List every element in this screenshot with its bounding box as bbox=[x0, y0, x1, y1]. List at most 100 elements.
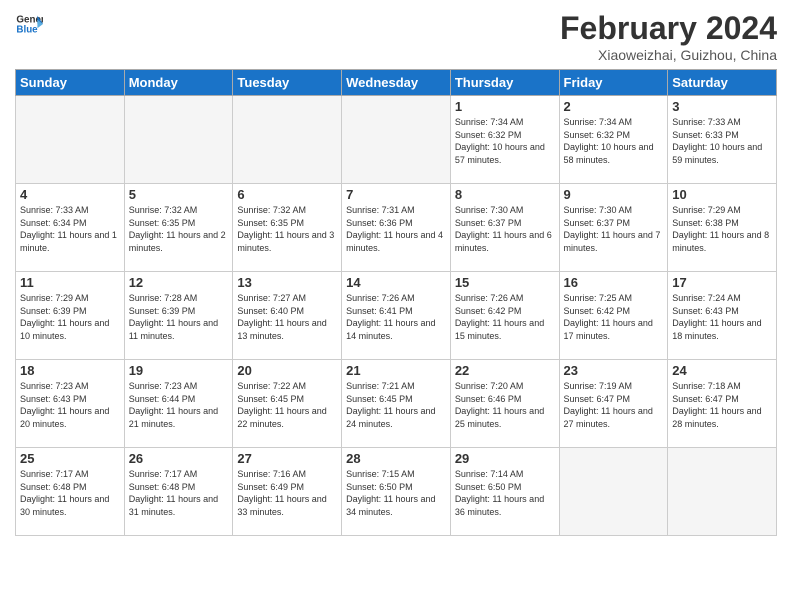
day-number: 26 bbox=[129, 451, 229, 466]
calendar-cell: 9Sunrise: 7:30 AMSunset: 6:37 PMDaylight… bbox=[559, 184, 668, 272]
calendar-subtitle: Xiaoweizhai, Guizhou, China bbox=[560, 47, 777, 63]
weekday-header-friday: Friday bbox=[559, 70, 668, 96]
calendar-cell: 18 Sunrise: 7:23 AMSunset: 6:43 PMDayligh… bbox=[16, 360, 125, 448]
day-info: Sunrise: 7:15 AMSunset: 6:50 PMDaylight:… bbox=[346, 468, 446, 518]
calendar-cell bbox=[559, 448, 668, 536]
day-number: 15 bbox=[455, 275, 555, 290]
weekday-header-row: SundayMondayTuesdayWednesdayThursdayFrid… bbox=[16, 70, 777, 96]
day-number: 7 bbox=[346, 187, 446, 202]
day-info: Sunrise: 7:29 AMSunset: 6:38 PMDaylight:… bbox=[672, 204, 772, 254]
day-number: 13 bbox=[237, 275, 337, 290]
day-info: Sunrise: 7:26 AMSunset: 6:41 PMDaylight:… bbox=[346, 292, 446, 342]
calendar-cell bbox=[668, 448, 777, 536]
calendar-cell: 29 Sunrise: 7:14 AMSunset: 6:50 PMDayligh… bbox=[450, 448, 559, 536]
logo-icon: General Blue bbox=[15, 10, 43, 38]
day-info: Sunrise: 7:34 AMSunset: 6:32 PMDaylight:… bbox=[564, 116, 664, 166]
calendar-cell: 6Sunrise: 7:32 AMSunset: 6:35 PMDaylight… bbox=[233, 184, 342, 272]
day-info: Sunrise: 7:16 AMSunset: 6:49 PMDaylight:… bbox=[237, 468, 337, 518]
day-number: 24 bbox=[672, 363, 772, 378]
week-row-3: 18 Sunrise: 7:23 AMSunset: 6:43 PMDayligh… bbox=[16, 360, 777, 448]
day-number: 18 bbox=[20, 363, 120, 378]
day-info: Sunrise: 7:33 AMSunset: 6:34 PMDaylight:… bbox=[20, 204, 120, 254]
week-row-2: 11 Sunrise: 7:29 AMSunset: 6:39 PMDayligh… bbox=[16, 272, 777, 360]
calendar-cell bbox=[16, 96, 125, 184]
calendar-title: February 2024 bbox=[560, 10, 777, 47]
day-number: 4 bbox=[20, 187, 120, 202]
day-number: 12 bbox=[129, 275, 229, 290]
calendar-cell: 3 Sunrise: 7:33 AMSunset: 6:33 PMDaylight… bbox=[668, 96, 777, 184]
day-info: Sunrise: 7:30 AMSunset: 6:37 PMDaylight:… bbox=[455, 204, 555, 254]
calendar-cell: 8 Sunrise: 7:30 AMSunset: 6:37 PMDaylight… bbox=[450, 184, 559, 272]
week-row-4: 25 Sunrise: 7:17 AMSunset: 6:48 PMDayligh… bbox=[16, 448, 777, 536]
calendar-cell: 5 Sunrise: 7:32 AMSunset: 6:35 PMDaylight… bbox=[124, 184, 233, 272]
day-number: 10 bbox=[672, 187, 772, 202]
calendar-cell: 4 Sunrise: 7:33 AMSunset: 6:34 PMDaylight… bbox=[16, 184, 125, 272]
header: General Blue February 2024 Xiaoweizhai, … bbox=[15, 10, 777, 63]
calendar-cell bbox=[233, 96, 342, 184]
logo: General Blue bbox=[15, 10, 43, 38]
day-info: Sunrise: 7:34 AMSunset: 6:32 PMDaylight:… bbox=[455, 116, 555, 166]
day-info: Sunrise: 7:28 AMSunset: 6:39 PMDaylight:… bbox=[129, 292, 229, 342]
calendar-cell: 14Sunrise: 7:26 AMSunset: 6:41 PMDayligh… bbox=[342, 272, 451, 360]
weekday-header-wednesday: Wednesday bbox=[342, 70, 451, 96]
weekday-header-tuesday: Tuesday bbox=[233, 70, 342, 96]
calendar-cell: 1 Sunrise: 7:34 AMSunset: 6:32 PMDaylight… bbox=[450, 96, 559, 184]
calendar-table: SundayMondayTuesdayWednesdayThursdayFrid… bbox=[15, 69, 777, 536]
weekday-header-monday: Monday bbox=[124, 70, 233, 96]
day-info: Sunrise: 7:19 AMSunset: 6:47 PMDaylight:… bbox=[564, 380, 664, 430]
day-number: 22 bbox=[455, 363, 555, 378]
calendar-cell: 10 Sunrise: 7:29 AMSunset: 6:38 PMDayligh… bbox=[668, 184, 777, 272]
day-number: 5 bbox=[129, 187, 229, 202]
calendar-cell: 13 Sunrise: 7:27 AMSunset: 6:40 PMDayligh… bbox=[233, 272, 342, 360]
day-info: Sunrise: 7:14 AMSunset: 6:50 PMDaylight:… bbox=[455, 468, 555, 518]
day-info: Sunrise: 7:21 AMSunset: 6:45 PMDaylight:… bbox=[346, 380, 446, 430]
day-info: Sunrise: 7:32 AMSunset: 6:35 PMDaylight:… bbox=[129, 204, 229, 254]
day-number: 25 bbox=[20, 451, 120, 466]
calendar-cell: 27Sunrise: 7:16 AMSunset: 6:49 PMDayligh… bbox=[233, 448, 342, 536]
calendar-cell: 23 Sunrise: 7:19 AMSunset: 6:47 PMDayligh… bbox=[559, 360, 668, 448]
calendar-cell: 24Sunrise: 7:18 AMSunset: 6:47 PMDayligh… bbox=[668, 360, 777, 448]
weekday-header-saturday: Saturday bbox=[668, 70, 777, 96]
day-info: Sunrise: 7:31 AMSunset: 6:36 PMDaylight:… bbox=[346, 204, 446, 254]
day-number: 3 bbox=[672, 99, 772, 114]
calendar-cell: 11 Sunrise: 7:29 AMSunset: 6:39 PMDayligh… bbox=[16, 272, 125, 360]
week-row-1: 4 Sunrise: 7:33 AMSunset: 6:34 PMDaylight… bbox=[16, 184, 777, 272]
calendar-cell: 7 Sunrise: 7:31 AMSunset: 6:36 PMDaylight… bbox=[342, 184, 451, 272]
day-info: Sunrise: 7:26 AMSunset: 6:42 PMDaylight:… bbox=[455, 292, 555, 342]
calendar-cell: 28Sunrise: 7:15 AMSunset: 6:50 PMDayligh… bbox=[342, 448, 451, 536]
day-number: 19 bbox=[129, 363, 229, 378]
calendar-cell: 20Sunrise: 7:22 AMSunset: 6:45 PMDayligh… bbox=[233, 360, 342, 448]
calendar-cell: 25 Sunrise: 7:17 AMSunset: 6:48 PMDayligh… bbox=[16, 448, 125, 536]
day-info: Sunrise: 7:27 AMSunset: 6:40 PMDaylight:… bbox=[237, 292, 337, 342]
day-number: 16 bbox=[564, 275, 664, 290]
calendar-cell: 17Sunrise: 7:24 AMSunset: 6:43 PMDayligh… bbox=[668, 272, 777, 360]
title-block: February 2024 Xiaoweizhai, Guizhou, Chin… bbox=[560, 10, 777, 63]
calendar-cell: 26Sunrise: 7:17 AMSunset: 6:48 PMDayligh… bbox=[124, 448, 233, 536]
day-info: Sunrise: 7:23 AMSunset: 6:43 PMDaylight:… bbox=[20, 380, 120, 430]
day-number: 9 bbox=[564, 187, 664, 202]
day-number: 1 bbox=[455, 99, 555, 114]
day-info: Sunrise: 7:22 AMSunset: 6:45 PMDaylight:… bbox=[237, 380, 337, 430]
day-number: 6 bbox=[237, 187, 337, 202]
day-info: Sunrise: 7:24 AMSunset: 6:43 PMDaylight:… bbox=[672, 292, 772, 342]
day-number: 29 bbox=[455, 451, 555, 466]
day-info: Sunrise: 7:25 AMSunset: 6:42 PMDaylight:… bbox=[564, 292, 664, 342]
day-info: Sunrise: 7:29 AMSunset: 6:39 PMDaylight:… bbox=[20, 292, 120, 342]
day-info: Sunrise: 7:23 AMSunset: 6:44 PMDaylight:… bbox=[129, 380, 229, 430]
week-row-0: 1 Sunrise: 7:34 AMSunset: 6:32 PMDaylight… bbox=[16, 96, 777, 184]
day-number: 8 bbox=[455, 187, 555, 202]
calendar-cell: 12 Sunrise: 7:28 AMSunset: 6:39 PMDayligh… bbox=[124, 272, 233, 360]
day-info: Sunrise: 7:20 AMSunset: 6:46 PMDaylight:… bbox=[455, 380, 555, 430]
calendar-cell bbox=[124, 96, 233, 184]
day-number: 11 bbox=[20, 275, 120, 290]
day-info: Sunrise: 7:33 AMSunset: 6:33 PMDaylight:… bbox=[672, 116, 772, 166]
calendar-cell: 19 Sunrise: 7:23 AMSunset: 6:44 PMDayligh… bbox=[124, 360, 233, 448]
svg-text:Blue: Blue bbox=[16, 24, 38, 35]
day-info: Sunrise: 7:17 AMSunset: 6:48 PMDaylight:… bbox=[20, 468, 120, 518]
calendar-cell: 15 Sunrise: 7:26 AMSunset: 6:42 PMDayligh… bbox=[450, 272, 559, 360]
calendar-cell: 22 Sunrise: 7:20 AMSunset: 6:46 PMDayligh… bbox=[450, 360, 559, 448]
calendar-cell: 21 Sunrise: 7:21 AMSunset: 6:45 PMDayligh… bbox=[342, 360, 451, 448]
day-number: 21 bbox=[346, 363, 446, 378]
calendar-cell: 16 Sunrise: 7:25 AMSunset: 6:42 PMDayligh… bbox=[559, 272, 668, 360]
day-number: 23 bbox=[564, 363, 664, 378]
